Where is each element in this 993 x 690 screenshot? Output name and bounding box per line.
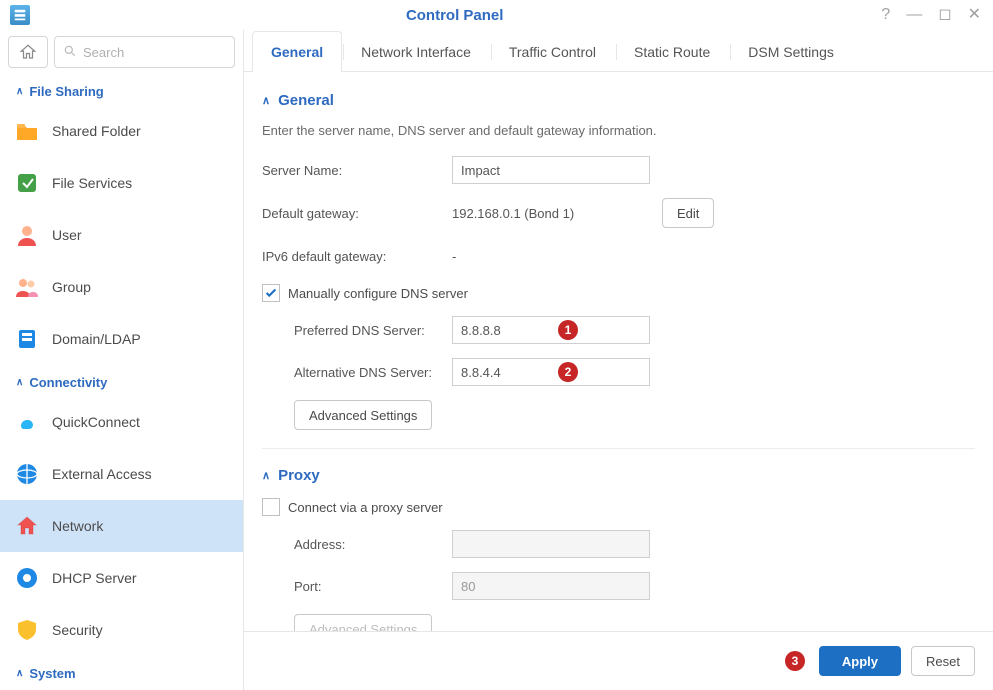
default-gateway-label: Default gateway: (262, 206, 452, 221)
sidebar-item-domain-ldap[interactable]: Domain/LDAP (0, 313, 243, 365)
tab-static-route[interactable]: Static Route (615, 31, 729, 72)
sidebar-item-label: Group (52, 279, 91, 295)
proxy-address-label: Address: (294, 537, 452, 552)
file-services-icon (14, 170, 40, 196)
default-gateway-value: 192.168.0.1 (Bond 1) (452, 206, 650, 221)
sidebar-item-label: Shared Folder (52, 123, 141, 139)
apply-button[interactable]: Apply (819, 646, 901, 676)
content-area: General Network Interface Traffic Contro… (244, 30, 993, 690)
sidebar: ∧File Sharing Shared Folder File Service… (0, 30, 244, 690)
group-system[interactable]: ∧System (0, 656, 243, 687)
sidebar-item-group[interactable]: Group (0, 261, 243, 313)
sidebar-item-security[interactable]: Security (0, 604, 243, 656)
annotation-badge-1: 1 (558, 320, 578, 340)
manual-dns-label: Manually configure DNS server (288, 286, 468, 301)
alternative-dns-input[interactable] (452, 358, 650, 386)
use-proxy-checkbox[interactable] (262, 498, 280, 516)
sidebar-item-label: External Access (52, 466, 152, 482)
maximize-icon[interactable]: ◻ (936, 5, 953, 25)
alternative-dns-label: Alternative DNS Server: (294, 365, 452, 380)
edit-gateway-button[interactable]: Edit (662, 198, 714, 228)
shield-icon (14, 617, 40, 643)
tab-general[interactable]: General (252, 31, 342, 72)
sidebar-item-label: DHCP Server (52, 570, 137, 586)
chevron-up-icon: ∧ (262, 94, 270, 107)
search-input[interactable] (83, 45, 226, 60)
domain-ldap-icon (14, 326, 40, 352)
tab-bar: General Network Interface Traffic Contro… (244, 30, 993, 72)
sidebar-item-label: User (52, 227, 82, 243)
sidebar-item-shared-folder[interactable]: Shared Folder (0, 105, 243, 157)
general-description: Enter the server name, DNS server and de… (262, 123, 975, 138)
use-proxy-label: Connect via a proxy server (288, 500, 443, 515)
tab-dsm-settings[interactable]: DSM Settings (729, 31, 853, 72)
shared-folder-icon (14, 118, 40, 144)
sidebar-item-file-services[interactable]: File Services (0, 157, 243, 209)
annotation-badge-2: 2 (558, 362, 578, 382)
app-icon (10, 5, 30, 25)
preferred-dns-label: Preferred DNS Server: (294, 323, 452, 338)
search-box[interactable] (54, 36, 235, 68)
home-button[interactable] (8, 36, 48, 68)
external-access-icon (14, 461, 40, 487)
proxy-port-label: Port: (294, 579, 452, 594)
tab-network-interface[interactable]: Network Interface (342, 31, 490, 72)
chevron-up-icon: ∧ (16, 377, 23, 388)
search-icon (63, 44, 77, 61)
reset-button[interactable]: Reset (911, 646, 975, 676)
ipv6-gateway-value: - (452, 249, 456, 264)
chevron-up-icon: ∧ (262, 469, 270, 482)
ipv6-gateway-label: IPv6 default gateway: (262, 249, 452, 264)
help-icon[interactable]: ? (879, 5, 892, 25)
sidebar-item-label: Security (52, 622, 103, 638)
proxy-advanced-settings-button: Advanced Settings (294, 614, 432, 631)
quickconnect-icon (14, 409, 40, 435)
server-name-label: Server Name: (262, 163, 452, 178)
close-icon[interactable]: ✕ (966, 5, 983, 25)
sidebar-item-quickconnect[interactable]: QuickConnect (0, 396, 243, 448)
chevron-up-icon: ∧ (16, 86, 23, 97)
titlebar: Control Panel ? — ◻ ✕ (0, 0, 993, 30)
sidebar-item-label: Domain/LDAP (52, 331, 141, 347)
sidebar-item-label: Network (52, 518, 103, 534)
proxy-port-input (452, 572, 650, 600)
sidebar-item-label: File Services (52, 175, 132, 191)
manual-dns-checkbox[interactable] (262, 284, 280, 302)
tab-traffic-control[interactable]: Traffic Control (490, 31, 615, 72)
sidebar-item-dhcp-server[interactable]: DHCP Server (0, 552, 243, 604)
sidebar-item-label: QuickConnect (52, 414, 140, 430)
annotation-badge-3: 3 (785, 651, 805, 671)
sidebar-item-user[interactable]: User (0, 209, 243, 261)
section-divider (262, 448, 975, 449)
group-icon (14, 274, 40, 300)
section-proxy-toggle[interactable]: ∧ Proxy (262, 467, 975, 484)
group-file-sharing[interactable]: ∧File Sharing (0, 74, 243, 105)
footer: 3 Apply Reset (244, 631, 993, 690)
dhcp-icon (14, 565, 40, 591)
preferred-dns-input[interactable] (452, 316, 650, 344)
chevron-up-icon: ∧ (16, 668, 23, 679)
section-general-toggle[interactable]: ∧ General (262, 92, 975, 109)
user-icon (14, 222, 40, 248)
sidebar-item-external-access[interactable]: External Access (0, 448, 243, 500)
proxy-address-input (452, 530, 650, 558)
dns-advanced-settings-button[interactable]: Advanced Settings (294, 400, 432, 430)
network-icon (14, 513, 40, 539)
server-name-input[interactable] (452, 156, 650, 184)
home-icon (19, 43, 37, 61)
group-connectivity[interactable]: ∧Connectivity (0, 365, 243, 396)
sidebar-item-network[interactable]: Network (0, 500, 243, 552)
checkmark-icon (264, 286, 278, 300)
minimize-icon[interactable]: — (904, 5, 924, 25)
window-title: Control Panel (30, 7, 879, 24)
